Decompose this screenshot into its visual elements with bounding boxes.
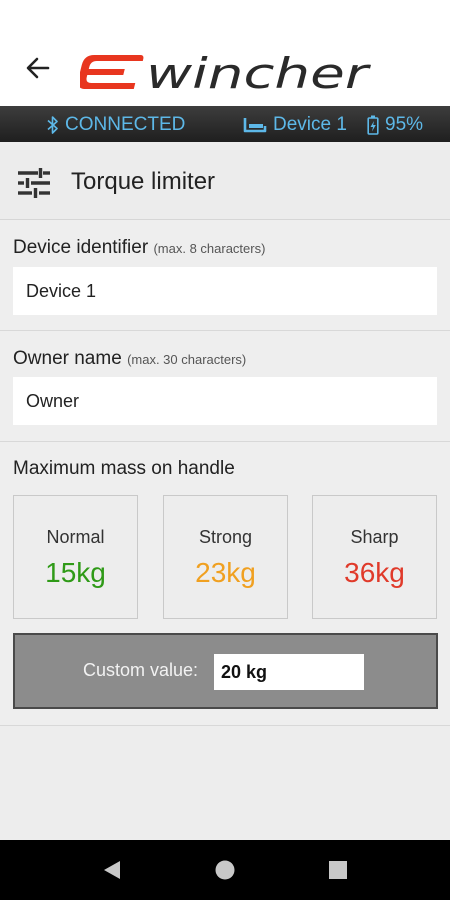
connection-status: CONNECTED	[47, 114, 185, 136]
device-identifier-label-text: Device identifier	[13, 237, 149, 258]
connection-status-bar: CONNECTED Device 1 95%	[0, 106, 450, 142]
max-mass-label: Maximum mass on handle	[13, 458, 235, 479]
device-status: Device 1	[243, 114, 347, 136]
connection-status-text: CONNECTED	[65, 114, 186, 135]
custom-value-panel: Custom value:	[13, 633, 438, 709]
owner-name-label-text: Owner name	[13, 348, 122, 369]
preset-strong[interactable]: Strong 23kg	[163, 495, 288, 619]
preset-value: 23kg	[195, 557, 256, 588]
custom-value-label: Custom value:	[83, 660, 199, 680]
preset-name: Sharp	[350, 527, 399, 547]
app-bar: wincher	[0, 0, 450, 106]
winch-icon	[243, 118, 267, 133]
preset-name: Normal	[46, 527, 105, 547]
nav-home-icon[interactable]	[214, 859, 236, 881]
battery-charging-icon	[367, 115, 379, 135]
preset-sharp[interactable]: Sharp 36kg	[312, 495, 437, 619]
owner-name-label: Owner name (max. 30 characters)	[13, 348, 246, 370]
tune-settings-icon	[18, 168, 50, 198]
battery-status: 95%	[367, 114, 423, 136]
battery-level: 95%	[385, 114, 424, 135]
system-navigation-bar	[0, 840, 450, 900]
preset-value: 15kg	[45, 557, 106, 588]
device-identifier-section: Device identifier (max. 8 characters)	[0, 220, 450, 331]
ewincher-logo: wincher	[80, 49, 372, 94]
custom-value-input[interactable]	[214, 654, 364, 690]
page-header: Torque limiter	[0, 145, 450, 220]
device-identifier-input[interactable]	[13, 267, 437, 315]
svg-text:wincher: wincher	[146, 49, 372, 94]
owner-name-section: Owner name (max. 30 characters)	[0, 331, 450, 442]
nav-back-icon[interactable]	[103, 860, 121, 880]
nav-recents-icon[interactable]	[329, 861, 347, 879]
preset-normal[interactable]: Normal 15kg	[13, 495, 138, 619]
page-title: Torque limiter	[71, 168, 216, 195]
bluetooth-icon	[47, 116, 58, 134]
device-name-status: Device 1	[273, 114, 347, 135]
preset-value: 36kg	[344, 557, 405, 588]
owner-name-hint: (max. 30 characters)	[127, 352, 247, 367]
device-identifier-label: Device identifier (max. 8 characters)	[13, 237, 265, 259]
device-identifier-hint: (max. 8 characters)	[153, 241, 266, 256]
owner-name-input[interactable]	[13, 377, 437, 425]
preset-name: Strong	[198, 527, 253, 547]
back-arrow-icon[interactable]	[22, 52, 54, 84]
